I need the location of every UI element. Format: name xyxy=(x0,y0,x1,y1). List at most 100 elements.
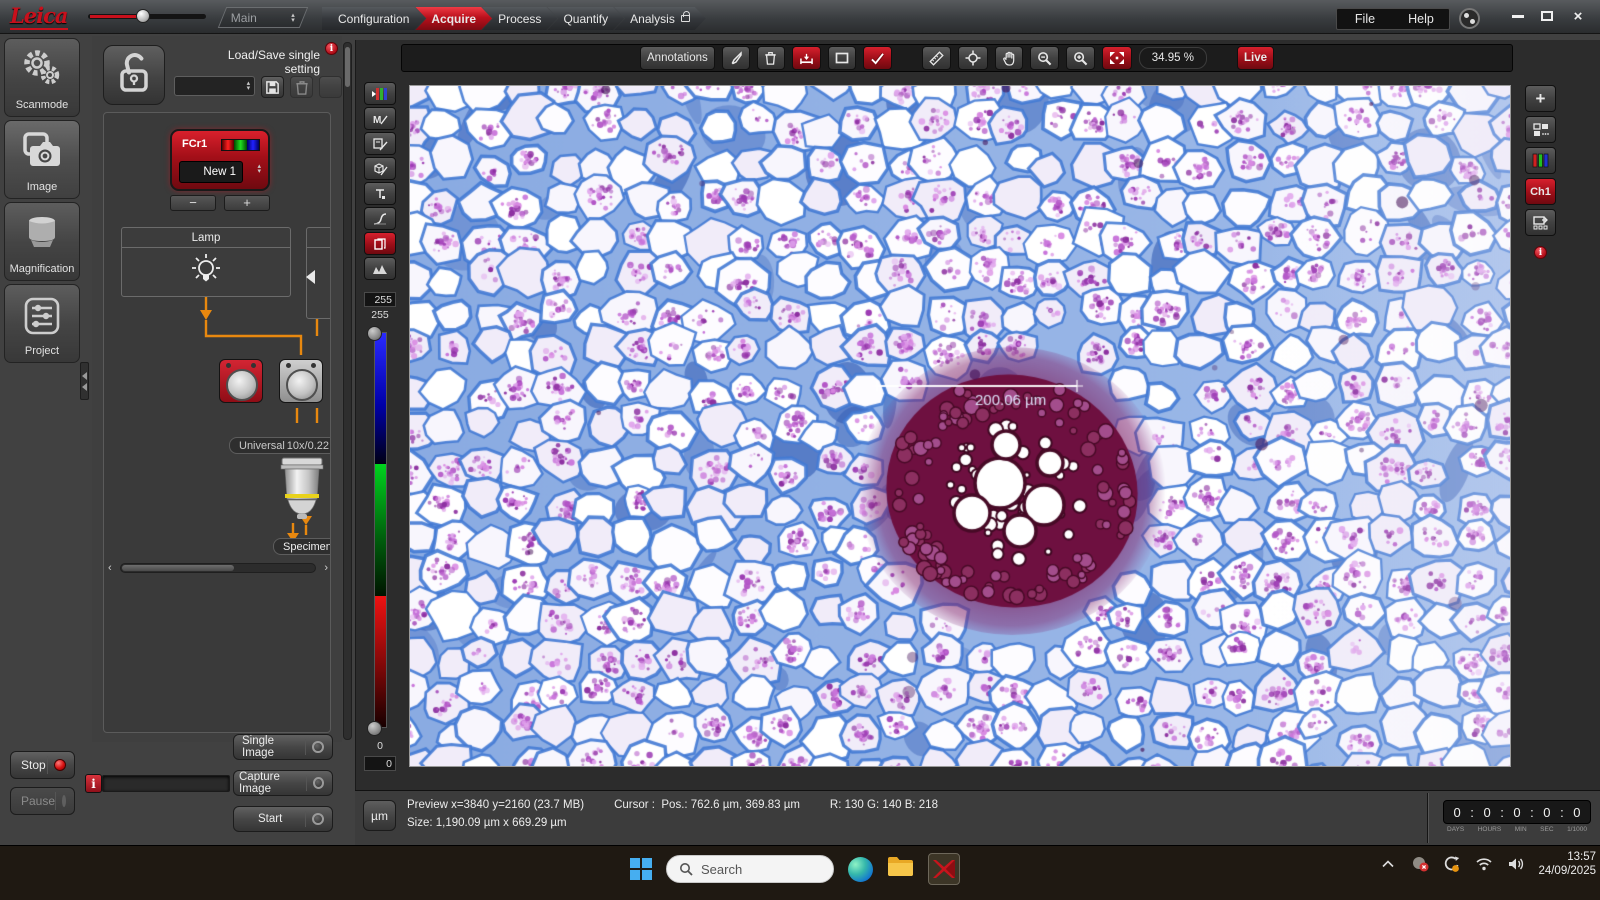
search-input[interactable]: Search xyxy=(666,855,834,883)
intensity-slider[interactable] xyxy=(88,14,206,19)
viewer-info-icon[interactable]: i xyxy=(1534,246,1547,259)
h-scroll-handle[interactable] xyxy=(122,565,234,571)
stack-display-button[interactable] xyxy=(364,232,396,255)
profile-select[interactable]: Main ▴▾ xyxy=(218,7,308,28)
pause-button[interactable]: Pause xyxy=(10,787,75,815)
tab-analysis[interactable]: Analysis xyxy=(614,7,706,30)
image-canvas[interactable] xyxy=(410,86,1510,766)
sidebar-item-magnification[interactable]: Magnification xyxy=(4,202,80,281)
h-scroll-track[interactable] xyxy=(120,563,316,573)
filter-cube-red[interactable] xyxy=(219,359,263,403)
chevron-left-icon[interactable] xyxy=(306,270,315,284)
tile-layout-button[interactable] xyxy=(1525,116,1556,143)
start-button[interactable] xyxy=(630,858,652,880)
extra-preset-button[interactable] xyxy=(319,76,342,98)
lut-gradient[interactable] xyxy=(374,332,387,728)
text-annotation-button[interactable] xyxy=(364,182,396,205)
rectangle-tool-button[interactable] xyxy=(828,46,856,70)
wifi-icon[interactable] xyxy=(1474,854,1494,874)
scalebar-button[interactable] xyxy=(922,46,951,70)
tab-acquire[interactable]: Acquire xyxy=(415,7,492,30)
slider-knob[interactable] xyxy=(136,9,150,23)
unlock-settings-button[interactable] xyxy=(103,45,165,105)
save-preset-button[interactable] xyxy=(261,76,284,98)
tab-configuration[interactable]: Configuration xyxy=(322,7,425,30)
lut-min-field[interactable]: 0 xyxy=(364,756,396,771)
histogram-button[interactable] xyxy=(364,257,396,280)
measure-mode-button[interactable]: M xyxy=(364,107,396,130)
clock[interactable]: 13:57 24/09/2025 xyxy=(1538,850,1596,878)
select-tool-button[interactable] xyxy=(722,46,750,70)
filter-box[interactable]: F xyxy=(306,227,331,319)
file-explorer-icon[interactable] xyxy=(887,855,914,883)
objective-bar[interactable]: Universal 10x/0.22 xyxy=(229,437,331,454)
fit-to-screen-button[interactable] xyxy=(1102,46,1132,70)
edge-browser-icon[interactable] xyxy=(848,857,873,882)
open-padlock-icon xyxy=(114,50,154,101)
measure-tool-button[interactable] xyxy=(792,46,821,70)
specimen-bar: Specimen xyxy=(273,538,331,555)
windows-taskbar: Search 13:57 24/09/2025 xyxy=(0,845,1600,900)
add-view-button[interactable]: + xyxy=(1525,85,1556,112)
zoom-level-value[interactable]: 34.95 % xyxy=(1139,47,1207,69)
acquisition-info-icon[interactable]: i xyxy=(85,774,102,793)
scroll-right-arrow[interactable]: › xyxy=(316,562,328,574)
channel-block[interactable]: FCr1 New 1 ▴▾ xyxy=(170,129,270,191)
info-icon[interactable]: i xyxy=(325,42,338,55)
volume-view-button[interactable] xyxy=(364,157,396,180)
tab-process[interactable]: Process xyxy=(482,7,557,30)
close-button[interactable]: × xyxy=(1566,7,1590,25)
image-viewer: Annotations xyxy=(355,40,1600,790)
preset-select[interactable]: ▴▾ xyxy=(174,76,255,96)
menu-help[interactable]: Help xyxy=(1393,9,1449,29)
network-status-icon[interactable] xyxy=(1459,8,1480,29)
sidebar-item-scanmode[interactable]: Scanmode xyxy=(4,38,80,117)
tray-expand-icon[interactable] xyxy=(1378,854,1398,874)
channel-display-button[interactable] xyxy=(364,82,396,105)
start-button[interactable]: Start xyxy=(233,806,333,832)
single-image-button[interactable]: Single Image xyxy=(233,734,333,760)
zoom-in-button[interactable] xyxy=(1066,46,1095,70)
lamp-box[interactable]: Lamp xyxy=(121,227,291,297)
volume-icon[interactable] xyxy=(1506,854,1526,874)
maximize-button[interactable] xyxy=(1535,7,1559,25)
export-view-button[interactable] xyxy=(1525,209,1556,236)
preset-controls: ▴▾ xyxy=(174,76,342,98)
trash-icon xyxy=(764,51,777,65)
rgb-overlay-button[interactable] xyxy=(1525,147,1556,174)
sidebar-collapse-handle[interactable] xyxy=(80,362,89,400)
channel-setting-select[interactable]: New 1 xyxy=(179,161,243,183)
center-view-button[interactable] xyxy=(958,46,988,70)
menu-file[interactable]: File xyxy=(1337,9,1393,29)
gamma-curve-button[interactable] xyxy=(364,207,396,230)
sidebar-item-project[interactable]: Project xyxy=(4,284,80,363)
annotations-button[interactable]: Annotations xyxy=(640,46,715,70)
pan-tool-button[interactable] xyxy=(995,46,1023,70)
capture-image-button[interactable]: Capture Image xyxy=(233,770,333,796)
tab-quantify[interactable]: Quantify xyxy=(547,7,624,30)
apply-annotation-button[interactable] xyxy=(863,46,892,70)
channel-1-button[interactable]: Ch1 xyxy=(1525,178,1556,205)
minimize-button[interactable] xyxy=(1506,7,1530,25)
remove-channel-button[interactable]: − xyxy=(170,195,216,211)
v-scroll-handle[interactable] xyxy=(345,47,350,87)
add-channel-button[interactable]: + xyxy=(224,195,270,211)
lut-lower-knob[interactable] xyxy=(367,721,382,736)
scroll-left-arrow[interactable]: ‹ xyxy=(108,562,120,574)
panel-v-scrollbar[interactable] xyxy=(343,42,352,740)
stop-button[interactable]: Stop xyxy=(10,751,75,779)
annotation-layer-button[interactable] xyxy=(364,132,396,155)
lut-upper-knob[interactable] xyxy=(367,326,382,341)
tray-alert-icon[interactable] xyxy=(1410,854,1430,874)
sidebar-item-image[interactable]: Image xyxy=(4,120,80,199)
filter-cube-gray[interactable] xyxy=(279,359,323,403)
delete-preset-button[interactable] xyxy=(290,76,313,98)
tray-sync-icon[interactable] xyxy=(1442,854,1462,874)
zoom-out-button[interactable] xyxy=(1030,46,1059,70)
gears-icon xyxy=(20,47,64,96)
delete-annotation-button[interactable] xyxy=(757,46,785,70)
live-button[interactable]: Live xyxy=(1237,46,1274,70)
lut-max-field[interactable]: 255 xyxy=(364,292,396,307)
lasx-app-icon[interactable] xyxy=(928,853,960,885)
unit-button[interactable]: µm xyxy=(363,800,396,831)
